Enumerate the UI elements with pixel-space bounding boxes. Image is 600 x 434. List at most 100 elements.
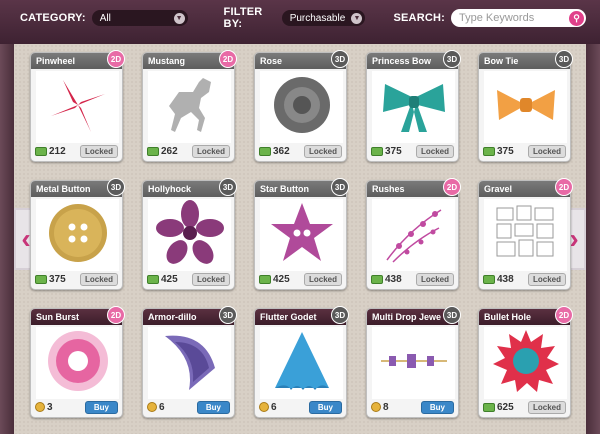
item-footer: 375 Locked — [371, 144, 454, 158]
locked-badge: Locked — [303, 144, 342, 158]
item-thumbnail — [148, 327, 231, 399]
item-footer: 438 Locked — [483, 272, 566, 286]
price-value: 8 — [383, 401, 389, 413]
item-price: 438 — [483, 274, 514, 285]
item-card[interactable]: Princess Bow 3D 375 Locked — [366, 50, 461, 162]
item-footer: 6 Buy — [147, 400, 230, 414]
locked-badge: Locked — [79, 144, 118, 158]
dimension-badge: 3D — [331, 306, 349, 324]
cash-icon — [259, 146, 271, 156]
horse-icon — [155, 72, 225, 143]
item-price: 262 — [147, 146, 178, 157]
item-footer: 425 Locked — [259, 272, 342, 286]
locked-badge: Locked — [415, 144, 454, 158]
item-card[interactable]: Star Button 3D 425 Locked — [254, 178, 349, 290]
filter-dropdown[interactable]: Purchasable ▼ — [281, 10, 366, 26]
price-value: 425 — [161, 273, 178, 285]
price-value: 6 — [159, 401, 165, 413]
item-price: 438 — [371, 274, 402, 285]
cash-icon — [259, 274, 271, 284]
cash-icon — [35, 274, 47, 284]
item-card[interactable]: Rose 3D 362 Locked — [254, 50, 349, 162]
item-footer: 625 Locked — [483, 400, 566, 414]
gold-coin-icon — [259, 402, 269, 412]
price-value: 362 — [273, 145, 290, 157]
locked-badge: Locked — [527, 272, 566, 286]
filter-label: FILTER BY: — [223, 6, 263, 30]
locked-badge: Locked — [527, 400, 566, 414]
item-footer: 6 Buy — [259, 400, 342, 414]
jewel-chain-icon — [379, 328, 449, 399]
item-thumbnail — [148, 199, 231, 271]
item-card[interactable]: Rushes 2D 438 Locked — [366, 178, 461, 290]
price-value: 375 — [497, 145, 514, 157]
item-price: 3 — [35, 402, 53, 413]
item-thumbnail — [36, 199, 119, 271]
search-label: SEARCH: — [393, 12, 445, 24]
item-card[interactable]: Mustang 2D 262 Locked — [142, 50, 237, 162]
item-footer: 375 Locked — [35, 272, 118, 286]
gold-coin-icon — [371, 402, 381, 412]
item-price: 375 — [35, 274, 66, 285]
item-price: 212 — [35, 146, 66, 157]
cash-icon — [371, 274, 383, 284]
bow-icon — [379, 72, 449, 143]
buy-button[interactable]: Buy — [308, 400, 342, 414]
rushes-icon — [379, 200, 449, 271]
buy-button[interactable]: Buy — [196, 400, 230, 414]
item-footer: 3 Buy — [35, 400, 118, 414]
item-card[interactable]: Sun Burst 2D 3 Buy — [30, 306, 125, 418]
category-value: All — [99, 12, 111, 24]
search-icon[interactable]: ⚲ — [569, 10, 584, 26]
price-value: 438 — [497, 273, 514, 285]
dimension-badge: 2D — [107, 306, 125, 324]
dimension-badge: 2D — [219, 50, 237, 68]
bullet-hole-icon — [491, 328, 561, 399]
item-thumbnail — [148, 71, 231, 143]
category-dropdown[interactable]: All ▼ — [91, 10, 188, 26]
item-thumbnail — [484, 327, 567, 399]
item-card[interactable]: Bullet Hole 2D 625 Locked — [478, 306, 573, 418]
search-box: ⚲ — [451, 9, 586, 27]
item-card[interactable]: Metal Button 3D 375 Locked — [30, 178, 125, 290]
item-price: 8 — [371, 402, 389, 413]
godet-icon — [267, 328, 337, 399]
item-card[interactable]: Pinwheel 2D 212 Locked — [30, 50, 125, 162]
gold-coin-icon — [147, 402, 157, 412]
item-card[interactable]: Flutter Godet 3D 6 Buy — [254, 306, 349, 418]
locked-badge: Locked — [191, 272, 230, 286]
item-card[interactable]: Armor-dillo 3D 6 Buy — [142, 306, 237, 418]
dimension-badge: 2D — [555, 178, 573, 196]
left-backdrop — [0, 0, 14, 434]
cash-icon — [35, 146, 47, 156]
button-icon — [43, 200, 113, 271]
item-footer: 212 Locked — [35, 144, 118, 158]
gravel-icon — [491, 200, 561, 271]
star-icon — [267, 200, 337, 271]
item-thumbnail — [36, 327, 119, 399]
bowtie-icon — [491, 72, 561, 143]
rose-icon — [267, 72, 337, 143]
item-card[interactable]: Bow Tie 3D 375 Locked — [478, 50, 573, 162]
locked-badge: Locked — [415, 272, 454, 286]
item-footer: 425 Locked — [147, 272, 230, 286]
locked-badge: Locked — [527, 144, 566, 158]
dimension-badge: 2D — [443, 178, 461, 196]
price-value: 438 — [385, 273, 402, 285]
cash-icon — [147, 274, 159, 284]
buy-button[interactable]: Buy — [84, 400, 118, 414]
right-backdrop — [586, 0, 600, 434]
item-thumbnail — [260, 327, 343, 399]
price-value: 375 — [385, 145, 402, 157]
dimension-badge: 3D — [219, 178, 237, 196]
dimension-badge: 3D — [443, 50, 461, 68]
cash-icon — [371, 146, 383, 156]
dimension-badge: 3D — [331, 50, 349, 68]
search-input[interactable] — [459, 12, 569, 24]
price-value: 625 — [497, 401, 514, 413]
item-card[interactable]: Gravel 2D 438 Locked — [478, 178, 573, 290]
item-card[interactable]: Multi Drop Jewe 3D 8 Buy — [366, 306, 461, 418]
item-card[interactable]: Hollyhock 3D 425 Locked — [142, 178, 237, 290]
item-thumbnail — [484, 199, 567, 271]
buy-button[interactable]: Buy — [420, 400, 454, 414]
